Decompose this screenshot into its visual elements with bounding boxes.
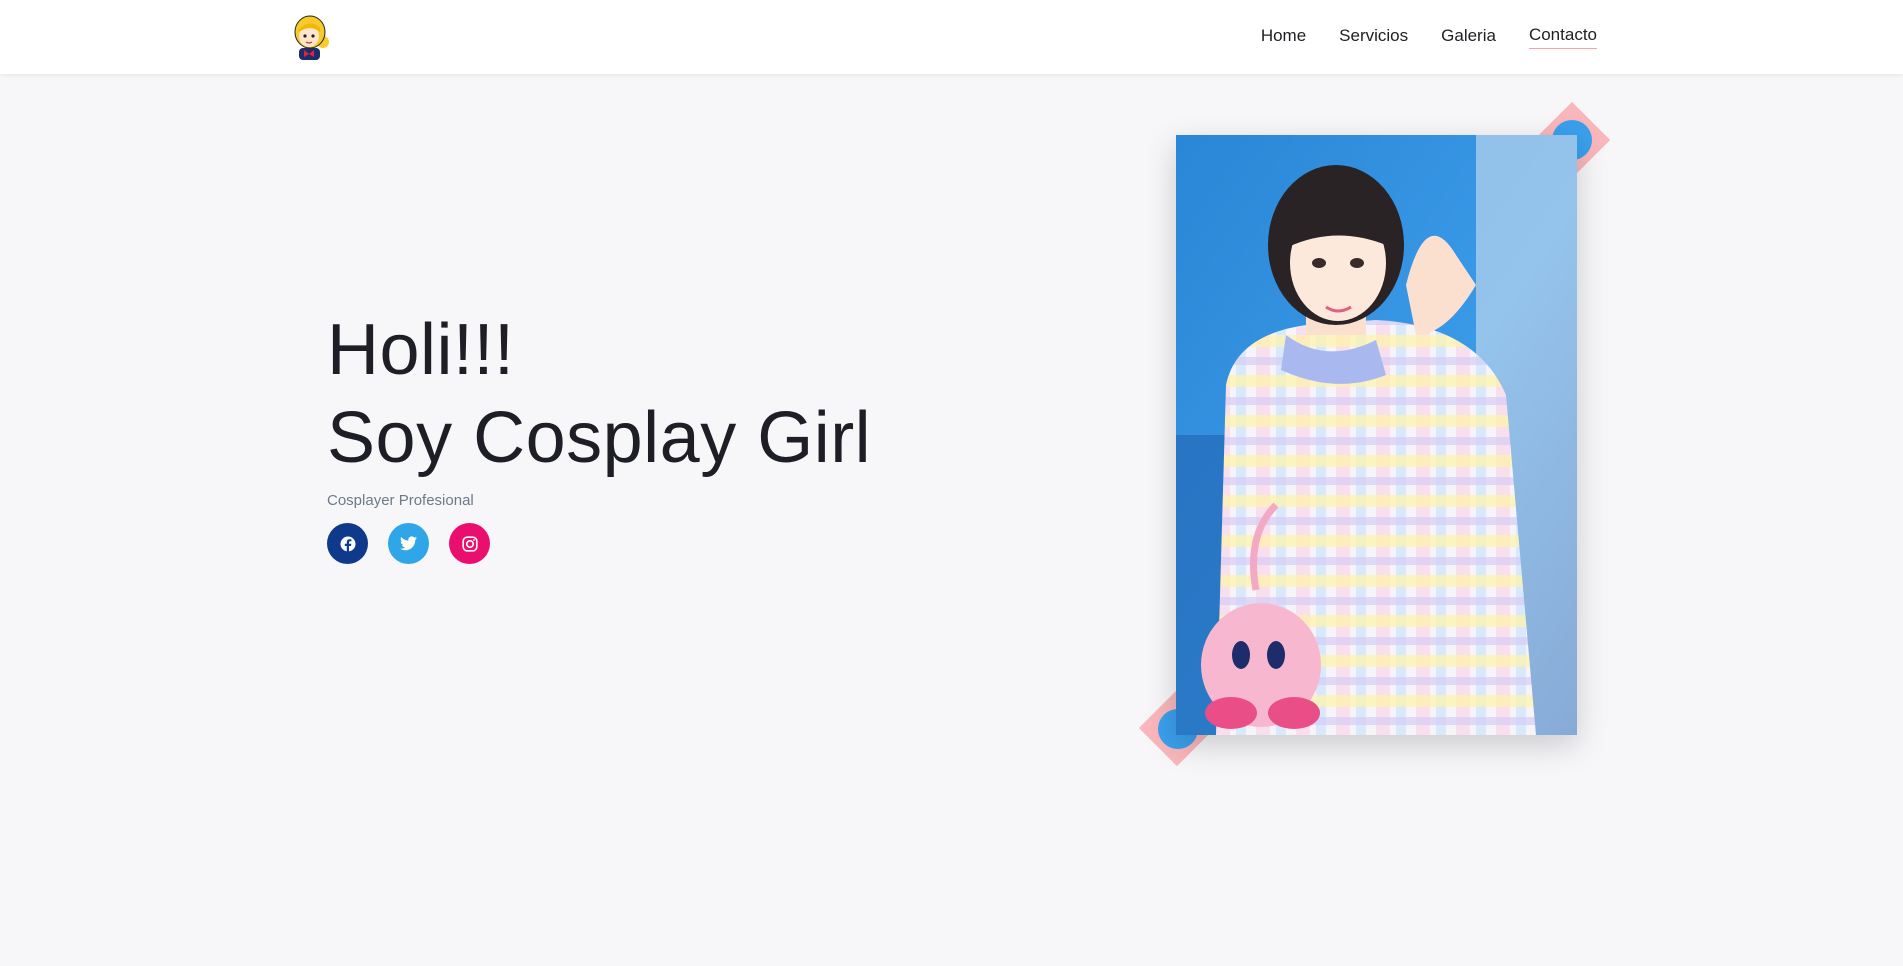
navbar: Home Servicios Galeria Contacto: [0, 0, 1903, 74]
instagram-button[interactable]: [449, 523, 490, 564]
nav-link-home[interactable]: Home: [1261, 26, 1306, 49]
nav-link-galeria[interactable]: Galeria: [1441, 26, 1496, 49]
hero-subtitle: Cosplayer Profesional: [327, 492, 474, 509]
nav-menu: Home Servicios Galeria Contacto: [1261, 0, 1597, 74]
hero-section: Holi!!! Soy Cosplay Girl Cosplayer Profe…: [327, 306, 871, 564]
hero-title-line-1: Holi!!!: [327, 310, 515, 390]
hero-photo: [1176, 135, 1577, 735]
twitter-button[interactable]: [388, 523, 429, 564]
instagram-icon: [461, 535, 478, 552]
hero-title: Holi!!! Soy Cosplay Girl: [327, 306, 871, 482]
facebook-icon: [340, 536, 355, 552]
nav-link-servicios[interactable]: Servicios: [1339, 26, 1408, 49]
social-links: [327, 523, 871, 564]
nav-link-contacto[interactable]: Contacto: [1528, 25, 1597, 49]
facebook-button[interactable]: [327, 523, 368, 564]
twitter-icon: [400, 536, 417, 551]
hero-title-line-2: Soy Cosplay Girl: [327, 398, 872, 478]
cosplay-girl-logo-icon[interactable]: [290, 12, 330, 62]
